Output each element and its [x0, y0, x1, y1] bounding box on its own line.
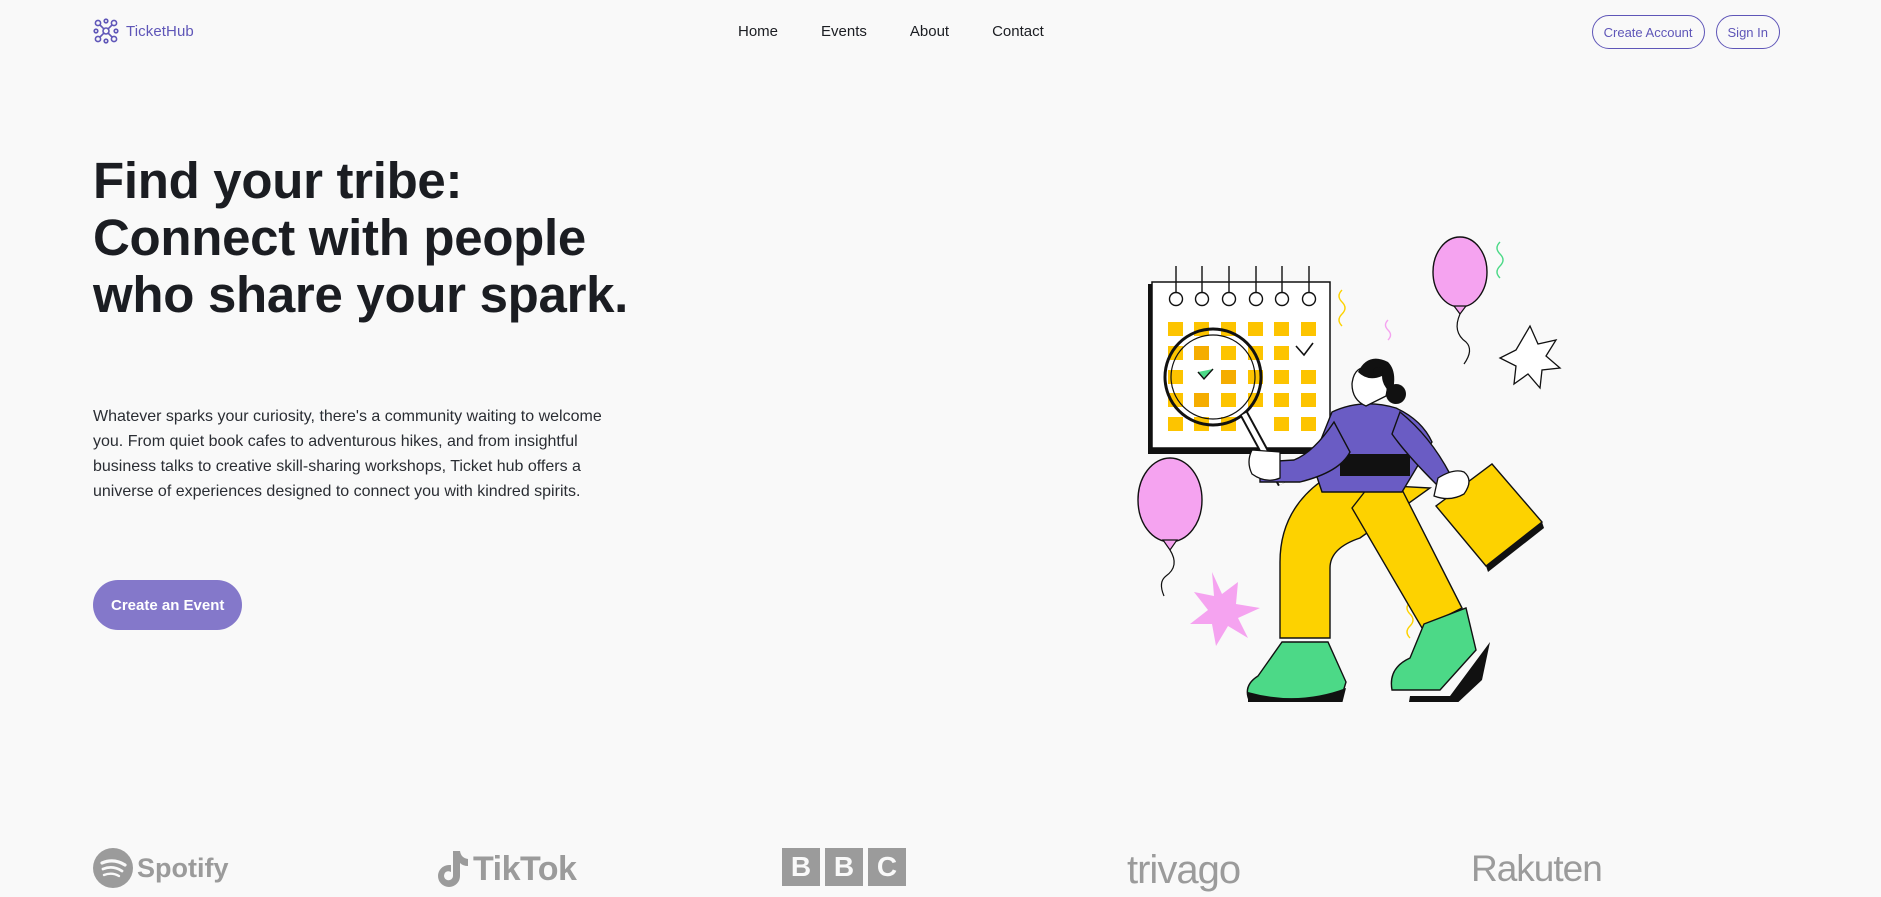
tiktok-logo: TikTok — [437, 848, 577, 890]
hero-illustration — [1120, 222, 1590, 712]
bbc-logo: B B C — [782, 848, 906, 886]
bbc-letter-1: B — [782, 848, 820, 886]
trivago-text: trivago — [1127, 848, 1241, 892]
tiktok-text: TikTok — [473, 849, 577, 888]
create-account-button[interactable]: Create Account — [1591, 15, 1705, 49]
tiktok-icon — [438, 851, 468, 887]
hero-description: Whatever sparks your curiosity, there's … — [93, 408, 602, 500]
nav-events[interactable]: Events — [821, 22, 867, 42]
spotify-logo: Spotify — [93, 848, 229, 888]
bbc-letter-2: B — [825, 848, 863, 886]
nav-about[interactable]: About — [910, 22, 949, 42]
bbc-letter-3: C — [868, 848, 906, 886]
network-nodes-icon — [93, 18, 119, 44]
nav-home[interactable]: Home — [738, 22, 778, 42]
sign-in-button[interactable]: Sign In — [1715, 15, 1780, 49]
logo-link[interactable]: TicketHub — [93, 18, 194, 44]
site-header: TicketHub Home Events About Contact Crea… — [0, 0, 1881, 64]
hero-title: Find your tribe: Connect with people who… — [93, 152, 629, 323]
spotify-text: Spotify — [137, 852, 229, 883]
create-event-button[interactable]: Create an Event — [93, 580, 243, 630]
spotify-icon — [93, 848, 133, 888]
auth-buttons: Create Account Sign In — [1591, 15, 1780, 49]
brand-logos: Spotify TikTok B B C trivago Rakuten — [93, 842, 1613, 897]
nav-contact[interactable]: Contact — [992, 22, 1044, 42]
trivago-logo: trivago — [1127, 848, 1241, 893]
logo-text: TicketHub — [126, 22, 194, 40]
person-calendar-magnifier-illustration — [1137, 236, 1562, 712]
rakuten-logo: Rakuten — [1471, 848, 1603, 890]
main-nav: Home Events About Contact — [738, 22, 1044, 42]
rakuten-text: Rakuten — [1471, 848, 1603, 889]
